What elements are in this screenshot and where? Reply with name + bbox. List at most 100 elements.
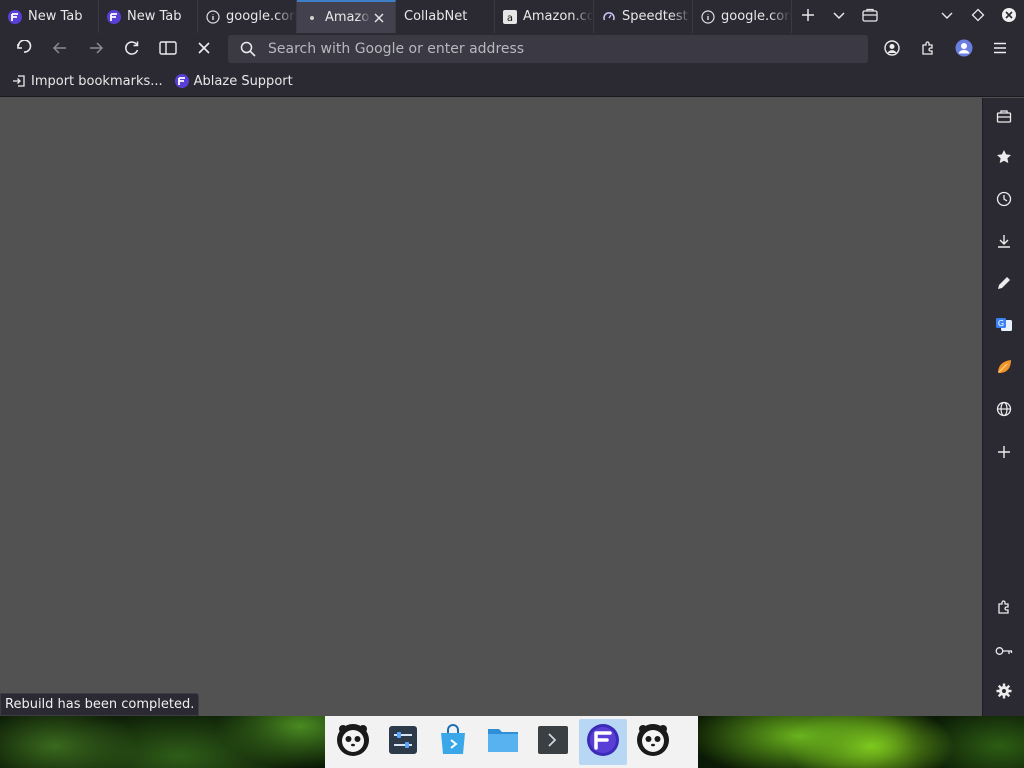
amazon-icon: a (503, 9, 517, 24)
sidebar-item-notes[interactable] (983, 270, 1024, 300)
tab-active[interactable]: Amazon (297, 0, 396, 33)
tab-title: google.com (226, 9, 296, 24)
sidebar-item-translate[interactable]: G (983, 312, 1024, 342)
browser-sidebar: G (982, 98, 1024, 716)
search-icon (228, 41, 268, 57)
speedtest-icon (602, 10, 616, 24)
floorp-icon (8, 9, 22, 24)
sidebar-add-button[interactable] (983, 438, 1024, 468)
dock-item-panda-2[interactable] (629, 719, 677, 765)
sidebar-item-leaf[interactable] (983, 354, 1024, 384)
dock-item-floorp[interactable] (579, 719, 627, 765)
arrow-right-icon (88, 40, 104, 59)
forward-button[interactable] (78, 33, 114, 66)
files-app-icon (486, 725, 520, 759)
settings-app-icon (387, 724, 419, 760)
undo-icon (15, 38, 33, 60)
dock-item-files[interactable] (479, 719, 527, 765)
sidebar-item-downloads[interactable] (983, 228, 1024, 258)
list-all-tabs-button[interactable] (823, 0, 854, 33)
sidebar-icon (159, 40, 177, 59)
bookmark-ablaze-support[interactable]: Ablaze Support (174, 73, 293, 89)
tab-bar: New Tab New Tab google.com Amazon Collab… (0, 0, 1024, 33)
briefcase-icon (861, 7, 878, 26)
gear-icon (996, 683, 1012, 703)
address-input[interactable] (268, 41, 828, 57)
sidebar-item-addons[interactable] (983, 594, 1024, 624)
dot-icon (305, 11, 319, 25)
tab[interactable]: google.com (198, 0, 297, 33)
status-text: Rebuild has been completed. (5, 697, 195, 712)
star-icon (996, 149, 1012, 169)
stop-button[interactable] (186, 33, 222, 66)
tab-title: Amazon (325, 10, 371, 25)
key-icon (995, 642, 1013, 661)
menu-button[interactable] (982, 33, 1018, 66)
chevron-down-icon (832, 7, 846, 26)
nav-bar (0, 33, 1024, 66)
translate-icon: G (995, 317, 1013, 337)
tab-title: Speedtest (622, 9, 688, 24)
sidebar-toggle-button[interactable] (150, 33, 186, 66)
extension-icon (920, 40, 936, 60)
floorp-app-icon (586, 723, 620, 761)
tab[interactable]: a Amazon.com (495, 0, 594, 33)
history-icon (996, 191, 1012, 211)
sidebar-item-history[interactable] (983, 186, 1024, 216)
info-icon (701, 9, 715, 24)
tab-title: New Tab (28, 9, 83, 24)
dock-item-store[interactable] (429, 719, 477, 765)
tab-title: CollabNet (404, 9, 468, 24)
account-button[interactable] (874, 33, 910, 66)
maximize-button[interactable] (962, 0, 993, 33)
import-icon (12, 74, 26, 88)
sidebar-item-settings[interactable] (983, 678, 1024, 708)
taskbar-dock (325, 716, 698, 768)
profile-button[interactable] (946, 33, 982, 66)
tab[interactable]: CollabNet (396, 0, 495, 33)
tab[interactable]: Speedtest (594, 0, 693, 33)
sidebar-item-toolbox[interactable] (983, 102, 1024, 132)
tab[interactable]: New Tab (99, 0, 198, 33)
bookmark-label: Import bookmarks... (31, 73, 163, 89)
sidebar-item-web-panel[interactable] (983, 396, 1024, 426)
panda-app-icon (635, 722, 671, 762)
extension-icon (996, 599, 1012, 619)
tab[interactable]: New Tab (0, 0, 99, 33)
reload-button[interactable] (114, 33, 150, 66)
tab-title: Amazon.com (523, 9, 593, 24)
sidebar-item-bookmarks[interactable] (983, 144, 1024, 174)
close-icon (197, 40, 211, 59)
dock-item-panda[interactable] (329, 719, 377, 765)
pencil-icon (996, 275, 1012, 295)
sidebar-item-passwords[interactable] (983, 636, 1024, 666)
close-icon[interactable] (371, 10, 387, 26)
tab[interactable]: google.com (693, 0, 792, 33)
info-icon (206, 9, 220, 24)
hamburger-icon (992, 40, 1008, 59)
new-tab-button[interactable] (792, 0, 823, 33)
plus-icon (997, 444, 1011, 463)
workspaces-button[interactable] (854, 0, 885, 33)
bookmarks-toolbar: Import bookmarks... Ablaze Support (0, 66, 1024, 97)
close-window-button[interactable] (993, 0, 1024, 33)
minimize-button[interactable] (931, 0, 962, 33)
arrow-left-icon (52, 40, 68, 59)
avatar-icon (955, 39, 973, 61)
tab-title: google.com (721, 9, 791, 24)
svg-text:a: a (507, 13, 513, 24)
dock-item-settings[interactable] (379, 719, 427, 765)
bookmark-import[interactable]: Import bookmarks... (12, 74, 163, 89)
extensions-button[interactable] (910, 33, 946, 66)
diamond-icon (971, 7, 985, 26)
nav-right-tools (874, 33, 1018, 66)
back-button[interactable] (42, 33, 78, 66)
bookmark-label: Ablaze Support (193, 73, 293, 89)
url-bar[interactable] (228, 35, 868, 63)
download-icon (996, 233, 1012, 253)
undo-close-tab-button[interactable] (6, 33, 42, 66)
page-content[interactable] (0, 98, 982, 716)
dock-item-terminal[interactable] (529, 719, 577, 765)
panda-app-icon (335, 722, 371, 762)
chevron-down-icon (940, 7, 954, 26)
